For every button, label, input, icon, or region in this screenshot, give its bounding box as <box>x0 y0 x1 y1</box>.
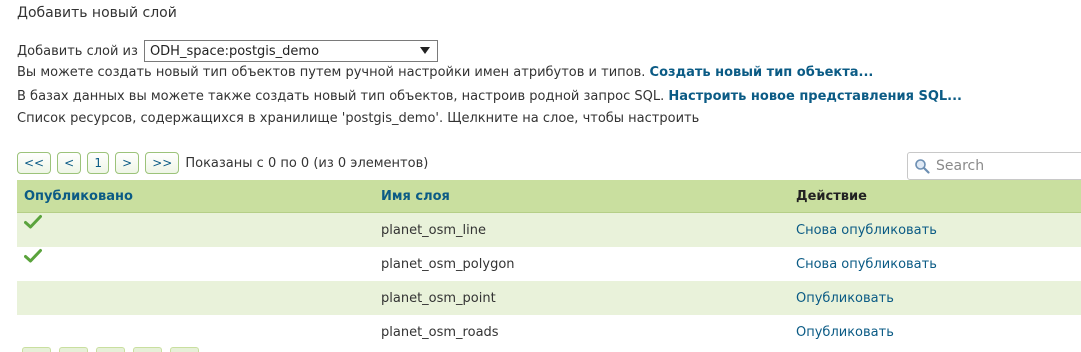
publish-link[interactable]: Опубликовать <box>789 325 1081 340</box>
info-text-create-type: Вы можете создать новый тип объектов пут… <box>17 65 646 80</box>
table-row: planet_osm_point Опубликовать <box>17 281 1081 315</box>
store-dropdown-value: ODH_space:postgis_demo <box>149 43 320 59</box>
store-selector-row: Добавить слой из ODH_space:postgis_demo <box>17 40 438 62</box>
configure-sql-view-link[interactable]: Настроить новое представления SQL... <box>668 89 962 104</box>
store-label: Добавить слой из <box>17 43 138 59</box>
layers-table: Опубликовано Имя слоя Действие planet_os… <box>17 180 1081 349</box>
magnifier-icon <box>915 159 930 174</box>
republish-link[interactable]: Снова опубликовать <box>789 257 1081 272</box>
info-text-sql-view: В базах данных вы можете также создать н… <box>17 89 665 104</box>
table-row: planet_osm_line Снова опубликовать <box>17 213 1081 247</box>
column-header-action: Действие <box>796 188 867 204</box>
published-cell <box>17 215 374 240</box>
chevron-down-icon <box>419 47 430 54</box>
create-feature-type-link[interactable]: Создать новый тип объекта... <box>650 65 874 80</box>
pager-prev-button[interactable]: < <box>57 152 82 174</box>
table-header-row: Опубликовано Имя слоя Действие <box>17 180 1081 213</box>
store-dropdown[interactable]: ODH_space:postgis_demo <box>143 40 438 62</box>
layer-name-cell: planet_osm_polygon <box>381 256 515 272</box>
search-input[interactable] <box>934 157 1078 175</box>
info-line-create-type: Вы можете создать новый тип объектов пут… <box>17 65 873 80</box>
layer-name-cell: planet_osm_line <box>381 222 487 238</box>
checkmark-icon <box>24 249 42 263</box>
info-line-resources: Список ресурсов, содержащихся в хранилищ… <box>17 111 700 126</box>
info-line-sql-view: В базах данных вы можете также создать н… <box>17 89 962 104</box>
pager-page-button[interactable]: 1 <box>87 152 110 174</box>
bottom-pager-stub <box>22 347 207 352</box>
pager-first-button[interactable]: << <box>17 152 52 174</box>
column-header-layer-name[interactable]: Имя слоя <box>374 189 789 204</box>
pager-next-button[interactable]: > <box>115 152 140 174</box>
publish-link[interactable]: Опубликовать <box>789 291 1081 306</box>
search-box[interactable] <box>907 152 1081 180</box>
pager-summary: Показаны с 0 по 0 (из 0 элементов) <box>185 155 429 171</box>
pagination: << < 1 > >> Показаны с 0 по 0 (из 0 элем… <box>17 152 428 174</box>
pager-button-stub <box>133 347 162 352</box>
column-header-published[interactable]: Опубликовано <box>17 189 374 204</box>
page-title: Добавить новый слой <box>17 5 177 21</box>
pager-button-stub <box>22 347 51 352</box>
republish-link[interactable]: Снова опубликовать <box>789 223 1081 238</box>
table-row: planet_osm_polygon Снова опубликовать <box>17 247 1081 281</box>
pager-button-stub <box>170 347 199 352</box>
layer-name-cell: planet_osm_roads <box>381 324 499 340</box>
layer-name-cell: planet_osm_point <box>381 290 496 306</box>
checkmark-icon <box>24 215 42 229</box>
add-layer-page: Добавить новый слой Добавить слой из ODH… <box>0 0 1081 352</box>
table-row: planet_osm_roads Опубликовать <box>17 315 1081 349</box>
published-cell <box>17 249 374 274</box>
pager-last-button[interactable]: >> <box>145 152 180 174</box>
pager-button-stub <box>59 347 88 352</box>
pager-button-stub <box>96 347 125 352</box>
